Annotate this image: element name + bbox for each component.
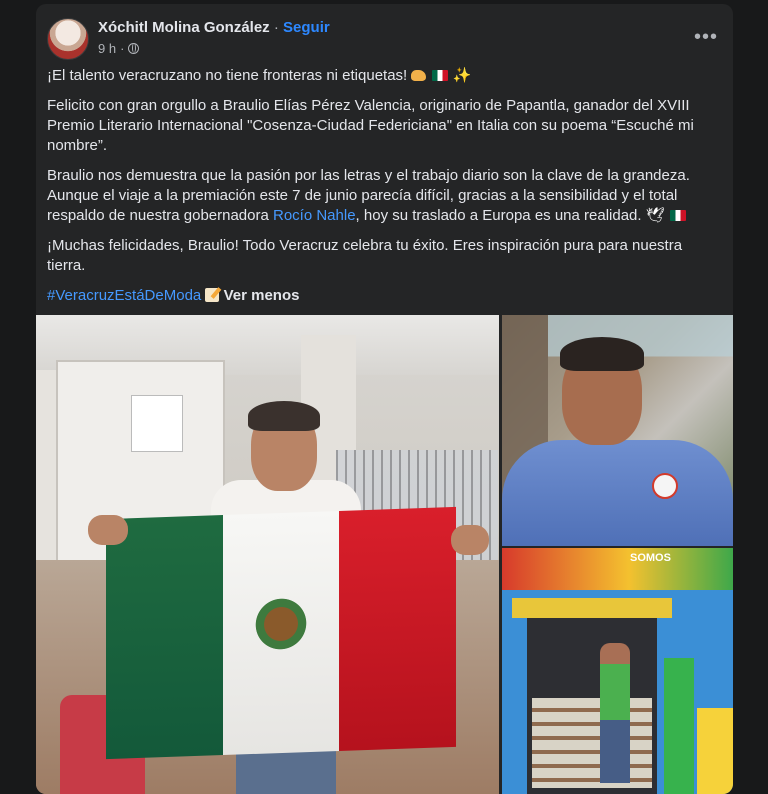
- author-line: Xóchitl Molina González · Seguir: [98, 19, 330, 36]
- dove-emoji-icon: 🕊: [645, 207, 665, 224]
- photo-right-hand: [451, 525, 489, 555]
- paragraph-2: Felicito con gran orgullo a Braulio Elía…: [47, 97, 694, 154]
- hashtag-line: #VeracruzEstáDeModa Ver menos: [47, 286, 712, 306]
- photo-store-awning: [512, 598, 672, 618]
- post-header: Xóchitl Molina González · Seguir 9 h · •…: [47, 16, 721, 60]
- mexico-flag-emoji-icon: [431, 70, 448, 81]
- name-separator: ·: [273, 19, 279, 36]
- photo-portrait-hair: [560, 337, 644, 371]
- author-name[interactable]: Xóchitl Molina González: [98, 19, 270, 36]
- follow-button[interactable]: Seguir: [283, 19, 330, 36]
- memo-emoji-icon: [205, 288, 220, 302]
- photo-store-shelf: [532, 698, 652, 788]
- photo-portrait-badge: [652, 473, 678, 499]
- photo-mexico-flag: [106, 506, 457, 760]
- flag-green-band: [106, 515, 223, 760]
- photo-store-sign-text: SOMOS: [630, 552, 671, 564]
- paragraph-1: ¡El talento veracruzano no tiene fronter…: [47, 66, 712, 86]
- flexed-biceps-emoji-icon: [411, 70, 427, 81]
- meta-separator: ·: [120, 41, 125, 56]
- flag-white-band: [222, 510, 340, 756]
- mexico-flag-emoji-icon-2: [669, 210, 686, 221]
- photo-booth-sign: [131, 395, 183, 452]
- post-time[interactable]: 9 h: [98, 41, 116, 56]
- sparkles-emoji-icon: ✨: [452, 67, 472, 84]
- photo-store-person: [600, 643, 630, 783]
- flag-red-band: [339, 506, 457, 751]
- paragraph-1-text: ¡El talento veracruzano no tiene fronter…: [47, 67, 408, 84]
- see-less-button[interactable]: Ver menos: [224, 287, 300, 304]
- photo-store-yellow-box: [697, 708, 733, 794]
- hashtag-link[interactable]: #VeracruzEstáDeModa: [47, 287, 201, 304]
- photo-portrait-shirt: [502, 440, 733, 546]
- post-body: ¡El talento veracruzano no tiene fronter…: [47, 66, 712, 316]
- photo-main[interactable]: [36, 315, 499, 794]
- more-horizontal-icon[interactable]: •••: [691, 22, 721, 52]
- photo-store-sign: [502, 548, 733, 590]
- post-meta: 9 h ·: [98, 41, 140, 56]
- mention-link[interactable]: Rocío Nahle: [273, 207, 356, 224]
- paragraph-3: Braulio nos demuestra que la pasión por …: [47, 166, 712, 226]
- photo-man-hair: [248, 401, 320, 431]
- photo-portrait[interactable]: [502, 315, 733, 546]
- photo-store-green-cart: [664, 658, 694, 794]
- photo-store[interactable]: SOMOS: [502, 548, 733, 794]
- author-avatar[interactable]: [47, 18, 89, 60]
- paragraph-4: ¡Muchas felicidades, Braulio! Todo Verac…: [47, 237, 683, 274]
- flag-coat-of-arms: [252, 592, 309, 656]
- post-card: Xóchitl Molina González · Seguir 9 h · •…: [36, 4, 733, 794]
- photo-left-hand: [88, 515, 128, 545]
- globe-icon[interactable]: [128, 43, 140, 54]
- paragraph-3-text-b: , hoy su traslado a Europa es una realid…: [355, 207, 642, 224]
